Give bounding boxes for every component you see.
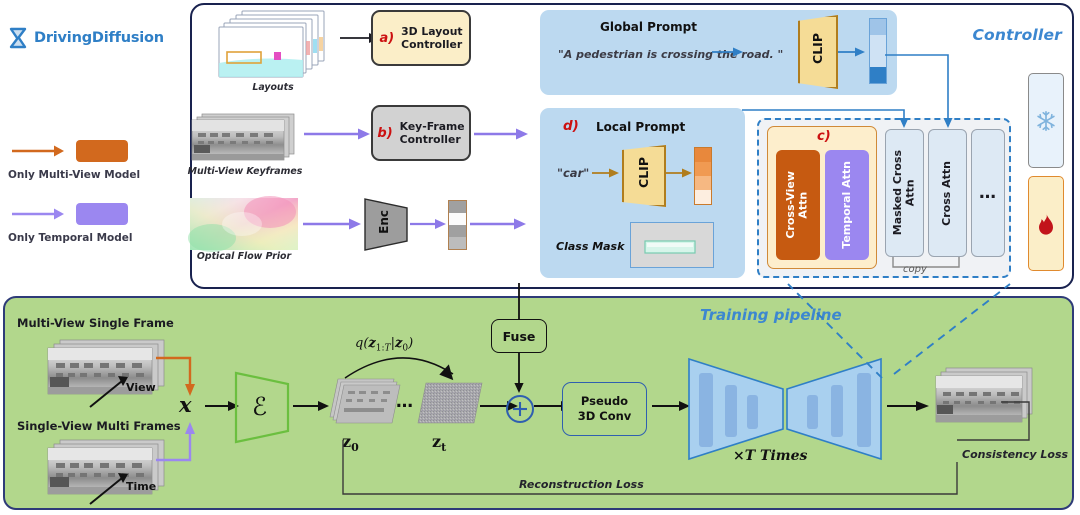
legend-item-multiview — [8, 140, 178, 162]
arrow-global-prompt-to-clip — [712, 47, 743, 57]
block-label-line1: 3D Layout — [401, 24, 463, 38]
block-tag-a: a) — [379, 30, 395, 46]
local-clip-encoder[interactable]: CLIP — [622, 145, 666, 207]
attn-cross-view-label: Cross-View Attn — [784, 171, 810, 239]
attn-temporal[interactable]: Temporal Attn — [825, 150, 869, 260]
conv-label-line2: 3D Conv — [577, 409, 632, 423]
attn-masked-cross[interactable]: Masked Cross Attn — [885, 129, 924, 257]
pseudo-3d-conv-block[interactable]: Pseudo 3D Conv — [562, 382, 647, 436]
trainable-status-icon-box — [1028, 176, 1064, 271]
fire-trainable-icon — [1039, 212, 1053, 235]
block-label-line2: Controller — [401, 38, 463, 51]
arrow-encoder-to-feature — [410, 219, 446, 229]
logo-text: DrivingDiffusion — [34, 30, 164, 46]
arrow-clip-to-global-embedding — [838, 47, 865, 57]
class-mask-label: Class Mask — [556, 240, 625, 253]
connector-time-to-x — [156, 422, 195, 462]
clip-label: CLIP — [636, 157, 651, 188]
block-3d-layout-controller[interactable]: a) 3D Layout Controller — [371, 10, 471, 66]
local-prompt-text: "car" — [557, 166, 590, 180]
attn-cross-label: Cross Attn — [940, 160, 954, 226]
view-axis-label: View — [126, 381, 156, 394]
latent-zt-noisy — [412, 375, 484, 433]
local-embedding-bar — [694, 147, 712, 205]
fuse-label: Fuse — [502, 328, 536, 344]
class-mask-image — [630, 222, 714, 268]
global-prompt-text: "A pedestrian is crossing the road. " — [558, 48, 784, 61]
global-prompt-title: Global Prompt — [600, 20, 697, 34]
arrow-right-icon — [12, 208, 64, 220]
keyframes-thumbnail — [188, 113, 300, 164]
flow-feature-bar — [448, 200, 467, 250]
input-x-symbol: 𝒙 — [179, 392, 192, 417]
optical-flow-caption: Optical Flow Prior — [196, 251, 292, 262]
legend-label-multiview: Only Multi-View Model — [8, 169, 141, 181]
legend-item-temporal — [8, 203, 178, 225]
copy-bracket — [892, 257, 960, 268]
arrow-keyframes-to-keyframe-controller — [304, 128, 370, 140]
reconstruction-loss-bracket — [342, 440, 958, 495]
time-axis-label: Time — [126, 480, 157, 493]
frozen-status-icon-box — [1028, 73, 1064, 168]
vae-encoder-symbol: ℰ — [252, 392, 268, 421]
arrow-clip-to-local-embedding — [665, 168, 692, 178]
multiview-single-frame-caption: Multi-View Single Frame — [17, 316, 174, 330]
optical-flow-thumbnail — [188, 196, 298, 252]
fuse-block[interactable]: Fuse — [491, 319, 547, 353]
local-prompt-title: Local Prompt — [596, 120, 686, 134]
arrow-encoder-to-z0 — [293, 401, 329, 411]
local-prompt-tag: d) — [563, 118, 579, 134]
arrow-right-icon — [12, 145, 64, 157]
connector-local-to-masked-cross-attn — [742, 109, 909, 128]
legend-swatch-temporal — [76, 203, 128, 225]
hourglass-logo-icon — [8, 27, 28, 49]
block-label-line2: Controller — [399, 133, 461, 146]
legend: Only Multi-View Model Only Temporal Mode… — [8, 140, 178, 244]
vae-encoder-block[interactable]: ℰ — [234, 371, 290, 444]
block-tag-b: b) — [377, 125, 393, 141]
block-label-line1: Key-Frame — [399, 119, 465, 133]
connector-controller-to-fuse — [518, 283, 520, 321]
keyframes-caption: Multi-View Keyframes — [187, 166, 303, 177]
arrow-unet-to-output — [887, 401, 929, 411]
arrow-flow-to-encoder — [303, 218, 361, 230]
consistency-loss-bracket — [957, 401, 1030, 441]
attn-masked-cross-label: Masked Cross Attn — [890, 150, 917, 236]
app-logo: DrivingDiffusion — [8, 24, 164, 52]
reconstruction-loss-label: Reconstruction Loss — [519, 478, 644, 491]
clip-label: CLIP — [810, 33, 825, 64]
arrow-feature-out — [470, 218, 526, 230]
encoder-label: Enc — [377, 210, 391, 234]
block-keyframe-controller[interactable]: b) Key-Frame Controller — [371, 105, 471, 161]
attn-cross[interactable]: Cross Attn — [928, 129, 967, 257]
sum-node — [506, 395, 534, 423]
ellipsis-icon: … — [979, 183, 997, 203]
diffusion-formula: q(z1:T|z0) — [355, 336, 414, 354]
conv-label-line1: Pseudo — [580, 394, 629, 409]
legend-swatch-multiview — [76, 140, 128, 162]
layouts-caption: Layouts — [252, 82, 294, 93]
snowflake-frozen-icon — [1037, 110, 1055, 131]
plus-icon — [513, 402, 527, 416]
attn-cross-view[interactable]: Cross-View Attn — [776, 150, 820, 260]
legend-label-temporal: Only Temporal Model — [8, 232, 133, 244]
arrow-conv-to-unet — [652, 401, 690, 411]
controller-title: Controller — [972, 26, 1062, 44]
consistency-loss-label: Consistency Loss — [962, 448, 1069, 461]
attn-more: … — [971, 129, 1005, 257]
global-clip-encoder[interactable]: CLIP — [798, 15, 838, 89]
copy-label: copy — [903, 264, 927, 275]
arrow-fuse-to-sum — [514, 353, 524, 393]
arrow-keyframe-controller-out — [474, 128, 528, 140]
encoder-block[interactable]: Enc — [364, 198, 408, 251]
arrow-local-prompt-to-clip — [592, 168, 619, 178]
attn-temporal-label: Temporal Attn — [839, 161, 853, 249]
layouts-thumbnail — [218, 8, 328, 80]
